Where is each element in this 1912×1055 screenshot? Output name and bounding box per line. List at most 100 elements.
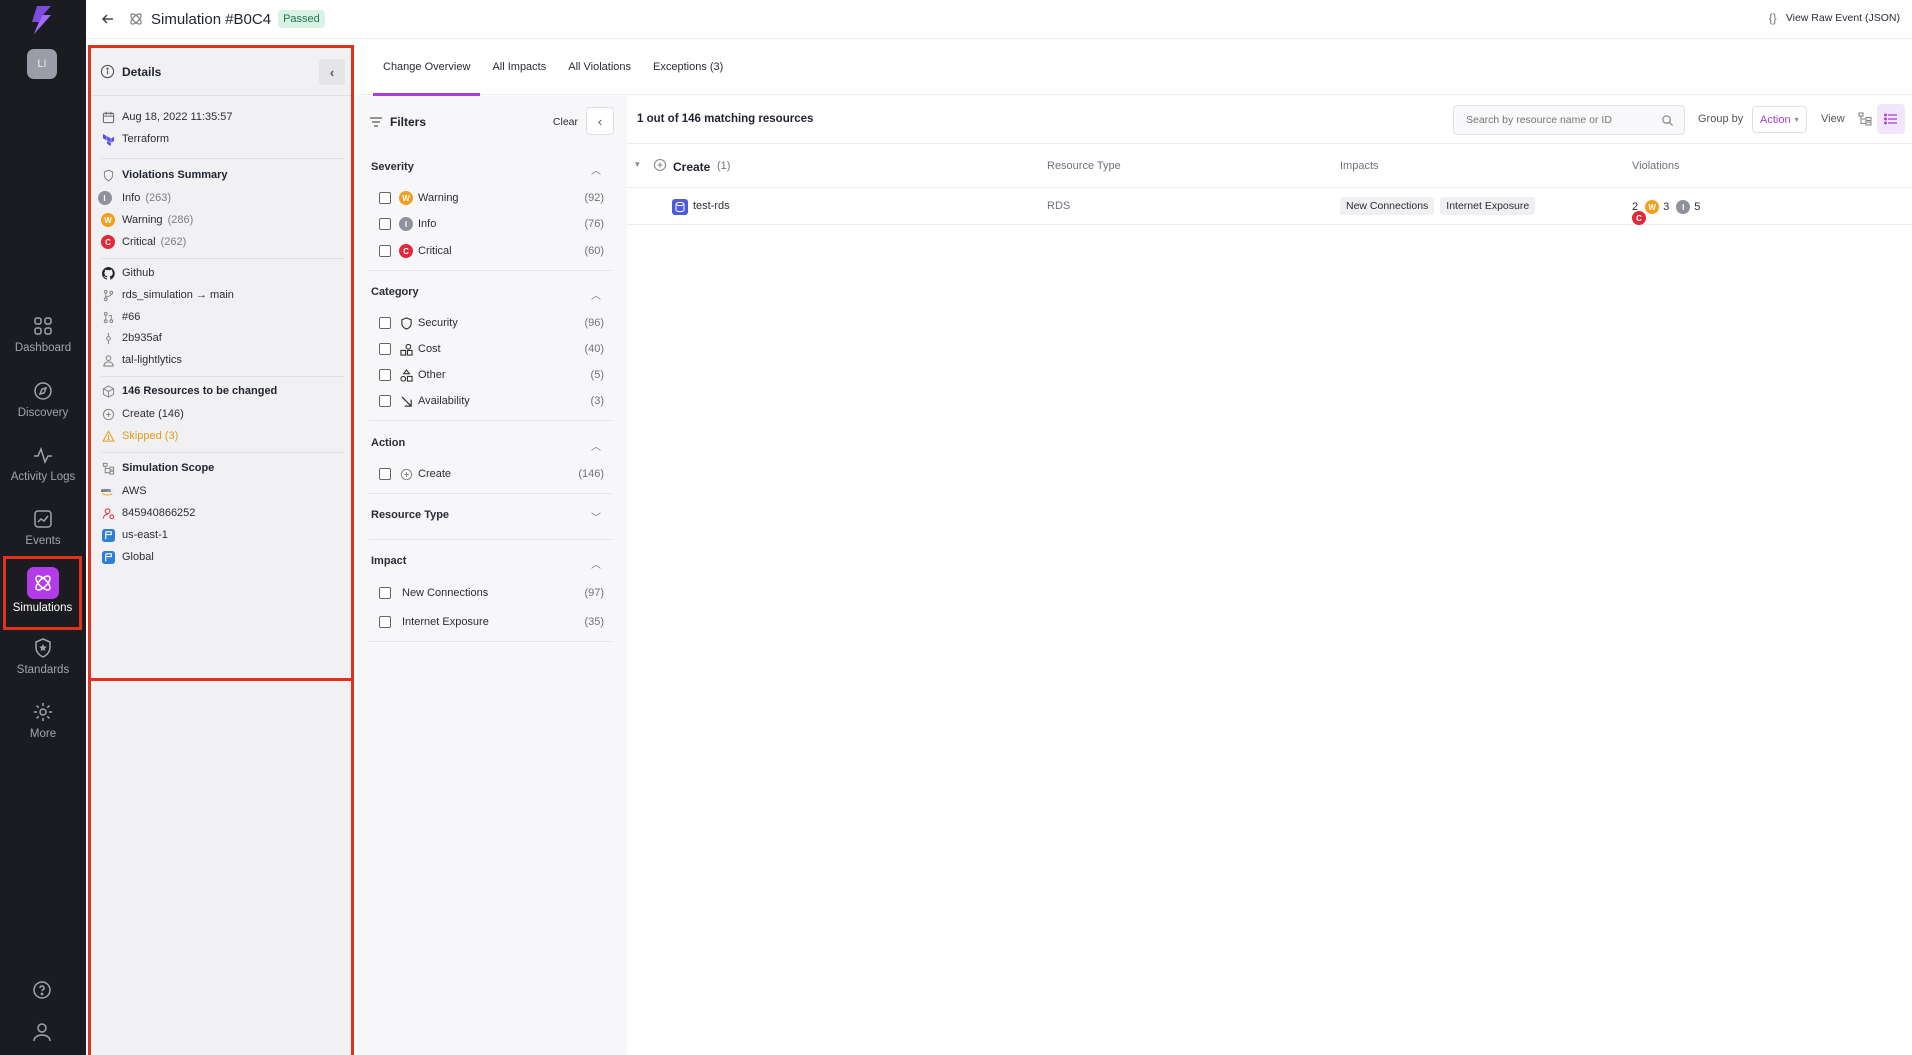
column-resource-type[interactable]: Resource Type (1047, 160, 1121, 172)
pr-row[interactable]: #66 (101, 308, 140, 326)
filter-severity-critical[interactable]: C Critical (60) (379, 243, 604, 259)
filter-category-availability[interactable]: Availability (3) (379, 393, 604, 409)
clear-filters-button[interactable]: Clear (553, 116, 578, 128)
resource-name[interactable]: test-rds (693, 200, 730, 212)
filter-impact-internet-exposure[interactable]: Internet Exposure (35) (379, 614, 604, 630)
aws-icon: aws (101, 487, 113, 495)
chevron-down-icon[interactable]: ▾ (635, 159, 640, 170)
chevron-up-icon[interactable]: ︿ (591, 556, 601, 571)
nav-activity-logs[interactable]: Activity Logs (0, 444, 86, 502)
checkbox[interactable] (379, 395, 391, 407)
back-arrow-icon[interactable] (100, 11, 116, 27)
region-row[interactable]: us-east-1 (101, 526, 168, 544)
nav-label: Simulations (12, 602, 73, 614)
account-row[interactable]: 845940866252 (101, 504, 195, 522)
filter-severity-info[interactable]: I Info (76) (379, 216, 604, 232)
shield-star-icon (35, 638, 51, 658)
filter-category-security[interactable]: Security (96) (379, 315, 604, 331)
skipped-row[interactable]: Skipped (3) (101, 427, 178, 445)
column-violations[interactable]: Violations (1632, 160, 1680, 172)
nav-discovery[interactable]: Discovery (0, 380, 86, 438)
plus-circle-icon (653, 158, 667, 175)
tabs: Change Overview All Impacts All Violatio… (357, 39, 1912, 96)
checkbox[interactable] (379, 218, 391, 230)
filter-category-cost[interactable]: Cost (40) (379, 341, 604, 357)
chevron-left-icon: ‹ (329, 64, 335, 80)
search-box[interactable] (1453, 105, 1685, 135)
top-bar: Simulation #B0C4 Passed {} View Raw Even… (86, 0, 1912, 39)
violation-critical-row: C Critical (262) (101, 233, 186, 251)
tab-all-violations[interactable]: All Violations (568, 39, 631, 95)
details-panel: Details ‹ Aug 18, 2022 11:35:57 Terrafor… (88, 45, 354, 1055)
gear-icon (34, 703, 52, 721)
nav-more[interactable]: More (0, 701, 86, 759)
nav-simulations[interactable]: Simulations (3, 556, 82, 630)
critical-badge-icon: C (1632, 211, 1646, 225)
help-icon[interactable] (31, 979, 53, 1001)
braces-icon: {} (1768, 11, 1777, 25)
tab-change-overview[interactable]: Change Overview (372, 39, 481, 96)
search-input[interactable] (1466, 114, 1656, 126)
hierarchy-icon (102, 462, 114, 475)
global-row[interactable]: Global (101, 548, 154, 566)
create-row: Create (146) (101, 405, 184, 423)
user-icon[interactable] (31, 1021, 53, 1043)
nav-dashboard[interactable]: Dashboard (0, 315, 86, 373)
collapse-filters-button[interactable]: ‹ (586, 107, 614, 135)
action-section-title[interactable]: Action (371, 437, 405, 449)
global-region-icon (101, 550, 115, 564)
tree-view-button[interactable] (1851, 104, 1879, 134)
nav-label: More (29, 728, 57, 740)
checkbox[interactable] (379, 343, 391, 355)
shield-icon (400, 316, 412, 330)
search-icon[interactable] (1661, 114, 1674, 127)
warning-badge-icon: W (101, 213, 115, 227)
checkbox[interactable] (379, 468, 391, 480)
user-icon (102, 354, 114, 367)
checkbox[interactable] (379, 587, 391, 599)
collapse-details-button[interactable]: ‹ (319, 59, 345, 85)
logo-icon[interactable] (29, 6, 55, 34)
checkbox[interactable] (379, 192, 391, 204)
filter-action-create[interactable]: Create (146) (379, 466, 604, 482)
tree-view-icon (1858, 112, 1872, 126)
github-icon (101, 266, 115, 280)
simulation-icon (130, 13, 142, 25)
list-view-button[interactable] (1877, 104, 1905, 134)
filter-severity-warning[interactable]: W Warning (92) (379, 190, 604, 206)
view-raw-event-link[interactable]: {} View Raw Event (JSON) (1769, 11, 1900, 25)
checkbox[interactable] (379, 369, 391, 381)
chevron-up-icon[interactable]: ︿ (591, 438, 601, 453)
severity-section-title[interactable]: Severity (371, 161, 414, 173)
commit-icon (105, 332, 111, 344)
chevron-up-icon[interactable]: ︿ (591, 287, 601, 302)
table-row[interactable]: test-rds RDS New Connections Internet Exp… (627, 189, 1912, 225)
category-section-title[interactable]: Category (371, 286, 419, 298)
compass-icon (34, 382, 52, 400)
cube-icon (102, 384, 114, 398)
nav-label: Standards (16, 664, 70, 676)
scope-title: Simulation Scope (101, 459, 214, 477)
group-label[interactable]: Create (673, 160, 710, 174)
chevron-down-icon[interactable]: ﹀ (591, 509, 601, 524)
violation-warning-row: W Warning (286) (101, 211, 193, 229)
nav-standards[interactable]: Standards (0, 637, 86, 695)
commit-row[interactable]: 2b935af (101, 329, 162, 347)
impact-section-title[interactable]: Impact (371, 555, 406, 567)
tab-all-impacts[interactable]: All Impacts (492, 39, 546, 95)
avatar[interactable]: LI (27, 49, 57, 79)
checkbox[interactable] (379, 245, 391, 257)
tab-exceptions[interactable]: Exceptions (3) (653, 39, 723, 95)
violations-summary-title: Violations Summary (101, 166, 228, 184)
filter-impact-new-connections[interactable]: New Connections (97) (379, 585, 604, 601)
checkbox[interactable] (379, 317, 391, 329)
chevron-up-icon[interactable]: ︿ (591, 162, 601, 177)
resource-type-section-title[interactable]: Resource Type (371, 509, 449, 521)
checkbox[interactable] (379, 616, 391, 628)
filter-category-other[interactable]: Other (5) (379, 367, 604, 383)
branch-row[interactable]: rds_simulation → main (101, 286, 234, 304)
group-by-select[interactable]: Action ▾ (1752, 106, 1807, 133)
user-row: tal-lightlytics (101, 351, 182, 369)
page-title: Simulation #B0C4 (151, 10, 272, 28)
column-impacts[interactable]: Impacts (1340, 160, 1379, 172)
